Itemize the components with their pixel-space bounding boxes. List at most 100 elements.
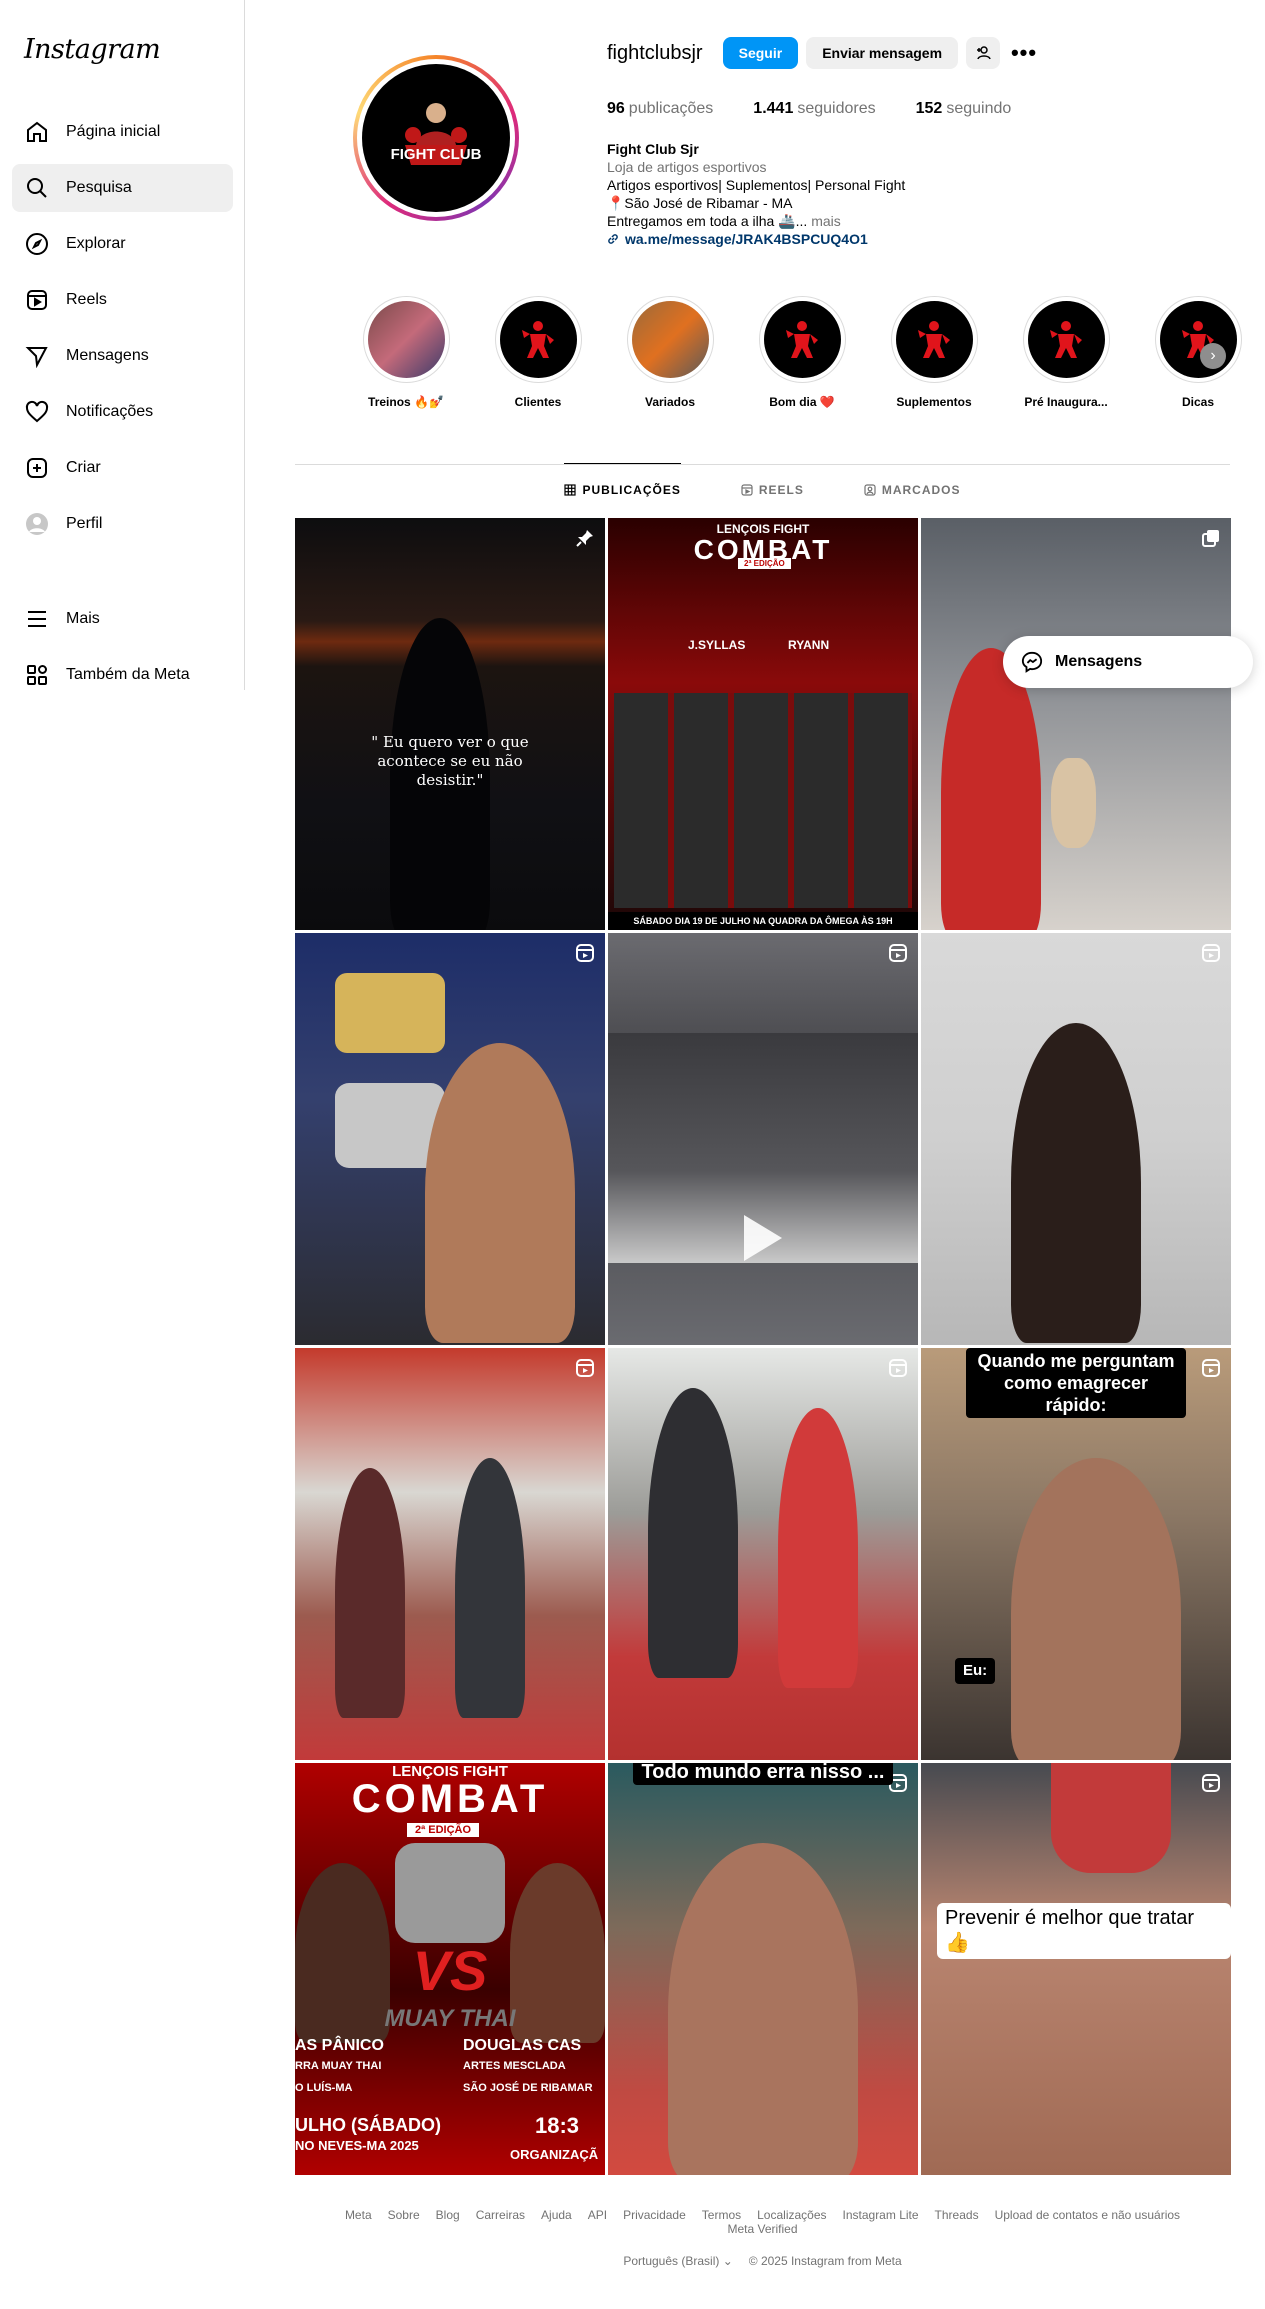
person-face bbox=[425, 1043, 575, 1343]
footer-link[interactable]: Instagram Lite bbox=[843, 2208, 919, 2222]
sidebar-item-notifications[interactable]: Notificações bbox=[12, 388, 233, 436]
post-tile[interactable]: Prevenir é melhor que tratar 👍 bbox=[921, 1763, 1231, 2175]
footer-link[interactable]: Blog bbox=[436, 2208, 460, 2222]
bio-external-link[interactable]: wa.me/message/JRAK4BSPCUQ4O1 bbox=[607, 230, 905, 248]
highlight-item[interactable]: Pré Inaugura... bbox=[1000, 296, 1132, 409]
event-place: NO NEVES-MA 2025 bbox=[295, 2138, 419, 2153]
person-figure bbox=[335, 1468, 405, 1718]
footer-link[interactable]: Meta bbox=[345, 2208, 372, 2222]
post-tile[interactable]: Todo mundo erra nisso ... bbox=[608, 1763, 918, 2175]
footer-link[interactable]: Ajuda bbox=[541, 2208, 572, 2222]
messages-icon bbox=[24, 343, 50, 369]
footer-bottom: Português (Brasil) ⌄ © 2025 Instagram fr… bbox=[295, 2254, 1230, 2268]
reel-icon bbox=[1202, 1359, 1220, 1377]
sidebar-item-label: Criar bbox=[66, 459, 101, 476]
sidebar-item-reels[interactable]: Reels bbox=[12, 276, 233, 324]
highlight-item[interactable]: Bom dia ❤️ bbox=[736, 296, 868, 409]
footer-link[interactable]: API bbox=[588, 2208, 607, 2222]
post-tile[interactable]: Quando me perguntam como emagrecer rápid… bbox=[921, 1348, 1231, 1760]
instagram-logo[interactable]: Instagram bbox=[24, 34, 161, 65]
tab-tagged[interactable]: MARCADOS bbox=[864, 464, 961, 516]
carousel-icon bbox=[1202, 530, 1219, 547]
bio-more-link[interactable]: mais bbox=[811, 213, 841, 229]
child-boxer bbox=[1011, 1023, 1141, 1343]
profile-stats: 96 publicações 1.441 seguidores 152 seguind… bbox=[607, 100, 1051, 118]
footer-link[interactable]: Localizações bbox=[757, 2208, 826, 2222]
followers-count[interactable]: 1.441 seguidores bbox=[753, 100, 875, 118]
post-tile[interactable] bbox=[608, 1348, 918, 1760]
footer-link[interactable]: Privacidade bbox=[623, 2208, 686, 2222]
post-tile[interactable] bbox=[921, 933, 1231, 1345]
person-figure bbox=[778, 1408, 858, 1688]
highlight-cover bbox=[631, 301, 709, 378]
tab-reels[interactable]: REELS bbox=[741, 464, 804, 516]
messages-floating-button[interactable]: Mensagens bbox=[1003, 636, 1253, 688]
footer-link[interactable]: Meta Verified bbox=[727, 2222, 797, 2236]
sidebar-item-explore[interactable]: Explorar bbox=[12, 220, 233, 268]
post-tile[interactable]: LENÇOIS FIGHT COMBAT 2ª EDIÇÃO VS MUAY T… bbox=[295, 1763, 605, 2175]
menu-icon bbox=[24, 606, 50, 632]
following-count[interactable]: 152 seguindo bbox=[916, 100, 1012, 118]
highlight-item[interactable]: Treinos 🔥💅 bbox=[340, 296, 472, 409]
pin-icon bbox=[576, 530, 593, 547]
footer-link[interactable]: Upload de contatos e não usuários bbox=[995, 2208, 1180, 2222]
highlight-item[interactable]: Clientes bbox=[472, 296, 604, 409]
post-tile[interactable] bbox=[608, 933, 918, 1345]
sidebar-item-label: Reels bbox=[66, 291, 107, 308]
bio-line-3: Entregamos em toda a ilha 🚢... bbox=[607, 213, 808, 229]
highlights-next-chevron-icon[interactable]: › bbox=[1200, 343, 1226, 369]
fighter-right-team: ARTES MESCLADA bbox=[463, 2060, 566, 2072]
sidebar-item-messages[interactable]: Mensagens bbox=[12, 332, 233, 380]
profile-tabs: PUBLICAÇÕES REELS MARCADOS bbox=[295, 463, 1230, 516]
reels-icon bbox=[24, 287, 50, 313]
more-options-icon[interactable]: ••• bbox=[1008, 40, 1040, 66]
bio-line-1: Artigos esportivos| Suplementos| Persona… bbox=[607, 177, 906, 193]
play-icon[interactable] bbox=[744, 1214, 782, 1261]
follow-button[interactable]: Seguir bbox=[722, 37, 799, 69]
highlight-item[interactable]: Dicas bbox=[1132, 296, 1264, 409]
profile-icon bbox=[24, 511, 50, 537]
highlight-label: Variados bbox=[644, 395, 696, 409]
highlight-item[interactable]: Suplementos bbox=[868, 296, 1000, 409]
sidebar-bottom-nav: Mais Também da Meta bbox=[12, 595, 233, 707]
sidebar-item-more[interactable]: Mais bbox=[12, 595, 233, 643]
language-selector[interactable]: Português (Brasil) ⌄ bbox=[623, 2254, 732, 2268]
sidebar-item-also-from-meta[interactable]: Também da Meta bbox=[12, 651, 233, 699]
sidebar-item-search[interactable]: Pesquisa bbox=[12, 164, 233, 212]
sidebar: Instagram Página inicial Pesquisa Explor… bbox=[0, 0, 245, 690]
post-tile[interactable] bbox=[921, 518, 1231, 930]
sidebar-item-home[interactable]: Página inicial bbox=[12, 108, 233, 156]
event-vs: VS bbox=[412, 1939, 488, 2002]
footer-link[interactable]: Threads bbox=[935, 2208, 979, 2222]
explore-icon bbox=[24, 231, 50, 257]
story-highlights: Treinos 🔥💅 Clientes Variados Bom dia ❤️ … bbox=[340, 296, 1264, 409]
suggest-users-button[interactable] bbox=[966, 37, 1001, 69]
send-message-button[interactable]: Enviar mensagem bbox=[806, 37, 959, 69]
sidebar-item-label: Explorar bbox=[66, 235, 126, 252]
reel-icon bbox=[1202, 1774, 1220, 1792]
highlight-label: Bom dia ❤️ bbox=[769, 395, 835, 409]
sidebar-item-profile[interactable]: Perfil bbox=[12, 500, 233, 548]
footer: Meta Sobre Blog Carreiras Ajuda API Priv… bbox=[295, 2208, 1230, 2268]
post-tile[interactable]: " Eu quero ver o que acontece se eu não … bbox=[295, 518, 605, 930]
fight-card-grid bbox=[614, 693, 912, 908]
league-badge bbox=[395, 1843, 505, 1943]
sidebar-item-create[interactable]: Criar bbox=[12, 444, 233, 492]
footer-link[interactable]: Carreiras bbox=[476, 2208, 525, 2222]
post-quote-text: " Eu quero ver o que acontece se eu não … bbox=[371, 733, 529, 789]
sidebar-item-label: Também da Meta bbox=[66, 666, 190, 683]
posts-grid: " Eu quero ver o que acontece se eu não … bbox=[295, 518, 1231, 2175]
tab-posts[interactable]: PUBLICAÇÕES bbox=[564, 463, 681, 515]
post-tile[interactable] bbox=[295, 933, 605, 1345]
sidebar-item-label: Mais bbox=[66, 610, 100, 627]
footer-link[interactable]: Termos bbox=[702, 2208, 741, 2222]
post-tile[interactable] bbox=[295, 1348, 605, 1760]
post-tile[interactable]: LENÇOIS FIGHT COMBAT 2ª EDIÇÃO J.SYLLAS … bbox=[608, 518, 918, 930]
profile-avatar[interactable]: FIGHT CLUB bbox=[353, 55, 519, 221]
footer-link[interactable]: Sobre bbox=[388, 2208, 420, 2222]
messenger-icon bbox=[1021, 651, 1043, 673]
highlight-item[interactable]: Variados bbox=[604, 296, 736, 409]
event-style: MUAY THAI bbox=[384, 2005, 516, 2032]
highlight-cover bbox=[1027, 301, 1105, 378]
event-time: 18:3 bbox=[535, 2113, 580, 2138]
